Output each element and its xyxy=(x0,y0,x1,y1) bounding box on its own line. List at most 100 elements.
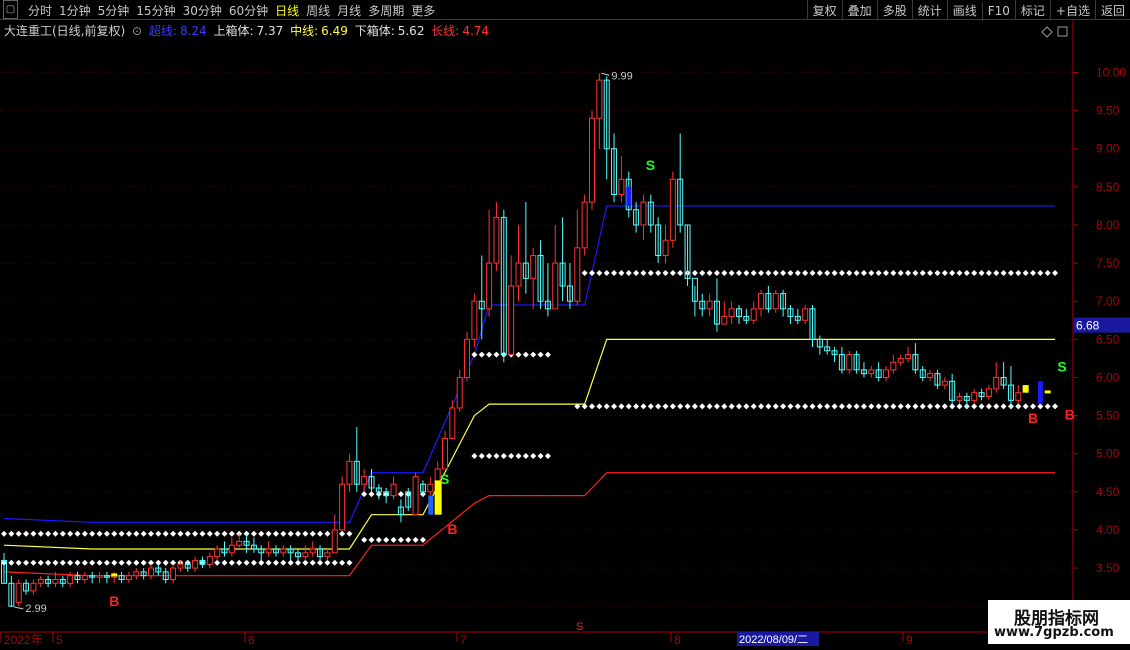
candle-body xyxy=(214,548,221,558)
box-dot xyxy=(919,270,926,277)
period-tab-4[interactable]: 30分钟 xyxy=(183,4,222,18)
period-tab-7[interactable]: 周线 xyxy=(306,4,330,18)
high-label: 9.99 xyxy=(611,70,632,82)
period-tab-2[interactable]: 5分钟 xyxy=(98,4,130,18)
tool-button-5[interactable]: F10 xyxy=(981,2,1015,21)
box-dot xyxy=(978,403,985,410)
box-dot xyxy=(493,351,500,358)
candle-body xyxy=(133,571,140,577)
y-tick-label: 7.00 xyxy=(1096,294,1120,308)
box-dot xyxy=(912,403,919,410)
period-tab-10[interactable]: 更多 xyxy=(411,4,435,18)
box-dot xyxy=(125,559,132,566)
box-dot xyxy=(853,403,860,410)
period-tab-8[interactable]: 月线 xyxy=(337,4,361,18)
box-dot xyxy=(743,270,750,277)
tool-button-8[interactable]: 返回 xyxy=(1094,0,1130,19)
candle-body xyxy=(170,567,177,581)
watermark-url: www.7gpzb.com xyxy=(994,625,1114,640)
candle-body xyxy=(706,300,713,310)
box-dot xyxy=(23,530,30,537)
box-dot xyxy=(883,403,889,410)
box-dot xyxy=(133,530,140,537)
box-dot xyxy=(897,403,904,410)
box-dot xyxy=(611,403,618,410)
box-dot xyxy=(295,559,301,566)
box-dot xyxy=(515,351,522,358)
box-dot xyxy=(993,403,1000,410)
box-dot xyxy=(647,270,654,277)
box-dot xyxy=(956,403,963,410)
menu-toggle-icon[interactable]: ▢ xyxy=(3,0,18,19)
box-dot xyxy=(493,452,500,459)
box-dot xyxy=(1052,403,1059,410)
box-dot xyxy=(184,530,191,537)
period-tabs: 分时 1分钟 5分钟 15分钟 30分钟 60分钟 日线 周线 月线 多周期 更多 xyxy=(28,2,442,19)
box-dot xyxy=(684,403,691,410)
candle-body xyxy=(669,178,676,241)
box-dot xyxy=(640,270,647,277)
tool-button-7[interactable]: +自选 xyxy=(1049,0,1095,19)
box-dot xyxy=(765,270,772,277)
box-dot xyxy=(868,403,875,410)
period-tab-6[interactable]: 日线 xyxy=(275,4,299,18)
candle-body xyxy=(390,483,397,497)
tool-button-4[interactable]: 画线 xyxy=(946,0,982,19)
candle-body xyxy=(985,388,992,398)
box-dot xyxy=(677,270,684,277)
box-dot xyxy=(875,403,882,410)
candlestick-chart[interactable]: 10.00 9.50 9.00 8.50 8.00 7.50 7.00 6.50 6.00 5.5… xyxy=(0,20,1130,650)
box-dot xyxy=(772,270,779,277)
box-dot xyxy=(177,530,184,537)
period-tab-1[interactable]: 1分钟 xyxy=(59,4,91,18)
candle-body xyxy=(758,293,765,310)
tool-button-6[interactable]: 标记 xyxy=(1014,0,1050,19)
y-tick-label: 7.50 xyxy=(1096,256,1120,270)
box-dot xyxy=(295,530,301,537)
period-tab-5[interactable]: 60分钟 xyxy=(229,4,268,18)
box-dot xyxy=(368,536,375,543)
box-dot xyxy=(1030,403,1036,410)
box-dot xyxy=(941,270,948,277)
candle-body xyxy=(530,254,537,279)
y-tick-label: 8.00 xyxy=(1096,218,1120,232)
box-dot xyxy=(1044,270,1051,277)
box-dot xyxy=(611,270,618,277)
tool-button-2[interactable]: 多股 xyxy=(876,0,912,19)
box-dot xyxy=(824,403,831,410)
tool-button-1[interactable]: 叠加 xyxy=(841,0,877,19)
box-dot xyxy=(985,270,992,277)
candle-body xyxy=(721,315,728,325)
box-dot xyxy=(824,270,831,277)
candle-body xyxy=(15,582,22,603)
candle-body xyxy=(508,285,515,356)
box-dot xyxy=(787,403,794,410)
box-dot xyxy=(170,530,177,537)
box-dot xyxy=(794,403,801,410)
box-dot xyxy=(522,452,529,459)
box-dot xyxy=(522,351,529,358)
box-dot xyxy=(52,530,59,537)
tool-button-3[interactable]: 统计 xyxy=(911,0,947,19)
box-dot xyxy=(8,559,15,566)
period-tab-0[interactable]: 分时 xyxy=(28,4,52,18)
y-tick-label: 9.00 xyxy=(1096,142,1120,156)
period-tab-9[interactable]: 多周期 xyxy=(368,4,404,18)
candle-body xyxy=(96,575,103,578)
box-dot xyxy=(37,530,44,537)
box-dot xyxy=(647,403,654,410)
box-dot xyxy=(280,530,287,537)
box-dot xyxy=(905,270,912,277)
box-dot xyxy=(15,559,22,566)
period-tab-3[interactable]: 15分钟 xyxy=(136,4,175,18)
box-dot xyxy=(324,559,331,566)
box-dot xyxy=(691,270,698,277)
box-dot xyxy=(206,530,213,537)
box-dot xyxy=(302,530,309,537)
box-dot xyxy=(419,536,426,543)
box-dot xyxy=(52,559,59,566)
tool-button-0[interactable]: 复权 xyxy=(806,0,842,19)
box-dot xyxy=(89,559,96,566)
candle-body xyxy=(339,483,346,531)
box-dot xyxy=(699,403,706,410)
